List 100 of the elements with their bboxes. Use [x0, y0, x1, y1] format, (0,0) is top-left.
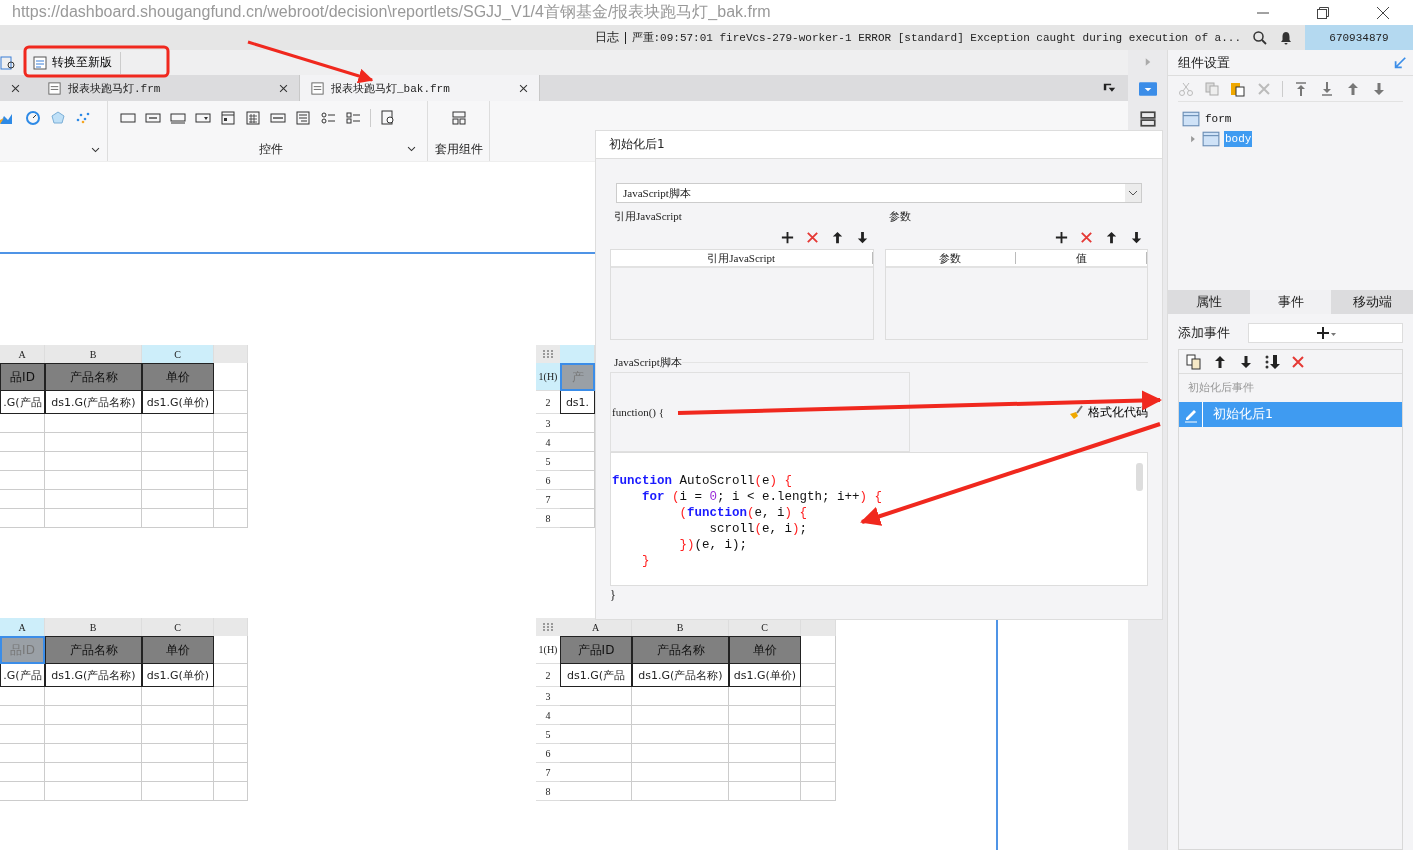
data-cell[interactable]: ds1.G(单价)	[142, 664, 214, 687]
log-link[interactable]: 日志	[594, 29, 619, 46]
grid-cell[interactable]	[801, 725, 836, 744]
delete-icon[interactable]	[1290, 353, 1306, 370]
grid-cell[interactable]	[45, 782, 142, 801]
delete-icon[interactable]	[804, 230, 820, 245]
grid-cell[interactable]	[214, 363, 248, 391]
preview-icon[interactable]	[0, 54, 16, 71]
column-header[interactable]: C	[142, 618, 214, 636]
grid-cell[interactable]	[142, 763, 214, 782]
header-cell[interactable]: 品ID	[0, 363, 45, 391]
close-icon[interactable]	[1376, 5, 1390, 20]
grid-cell[interactable]	[560, 706, 632, 725]
grid-cell[interactable]	[214, 509, 248, 528]
paste-icon[interactable]	[1230, 81, 1246, 97]
column-header[interactable]: B	[45, 618, 142, 636]
grid-cell[interactable]	[729, 725, 801, 744]
data-cell[interactable]: ds1.	[560, 391, 595, 414]
grid-cell[interactable]	[45, 433, 142, 452]
grid-cell[interactable]	[142, 452, 214, 471]
file-tab[interactable]: 报表块跑马灯_bak.frm	[300, 75, 540, 101]
grid-cell[interactable]	[45, 452, 142, 471]
arrow-up-icon[interactable]	[1104, 230, 1119, 245]
data-cell[interactable]: ds1.G(单价)	[729, 664, 801, 687]
grid-cell[interactable]	[45, 490, 142, 509]
select-all-icon[interactable]	[536, 345, 560, 363]
user-account[interactable]: 670934879	[1305, 25, 1413, 50]
restore-icon[interactable]	[1316, 5, 1330, 20]
code-editor[interactable]: function AutoScroll(e) { for (i = 0; i < e.length; i++) { (function(e, i) { scroll(e, i); })(e, i); }	[610, 452, 1148, 586]
calendar-icon[interactable]	[245, 110, 261, 126]
grid-cell[interactable]	[632, 687, 729, 706]
header-cell[interactable]: 产品ID	[560, 636, 632, 664]
data-cell[interactable]: ds1.G(单价)	[142, 391, 214, 414]
grid-cell[interactable]	[0, 433, 45, 452]
grid-cell[interactable]	[560, 763, 632, 782]
checklist-icon[interactable]	[345, 110, 361, 126]
grid-cell[interactable]	[729, 744, 801, 763]
add-icon[interactable]	[779, 230, 795, 245]
grid-cell[interactable]	[142, 725, 214, 744]
data-cell[interactable]: .G(产品	[0, 664, 45, 687]
grid-cell[interactable]	[45, 509, 142, 528]
search-icon[interactable]	[1252, 29, 1268, 46]
select-all-icon[interactable]	[536, 618, 560, 636]
grid-cell[interactable]	[632, 725, 729, 744]
grid-cell[interactable]	[0, 509, 45, 528]
grid-cell[interactable]	[801, 782, 836, 801]
header-cell[interactable]: 单价	[142, 636, 214, 664]
data-cell[interactable]: ds1.G(产品	[560, 664, 632, 687]
tree-item[interactable]: form	[1204, 111, 1233, 127]
grid-cell[interactable]	[214, 744, 248, 763]
column-header[interactable]: A	[0, 345, 45, 363]
caret-icon[interactable]	[1125, 184, 1141, 202]
grid-cell[interactable]	[0, 744, 45, 763]
header-cell[interactable]: 单价	[729, 636, 801, 664]
grid-cell[interactable]	[142, 490, 214, 509]
grid-cell[interactable]	[142, 471, 214, 490]
number-icon[interactable]	[270, 110, 286, 126]
close-icon[interactable]	[10, 82, 21, 94]
grid-cell[interactable]	[0, 687, 45, 706]
dropdown-icon[interactable]	[195, 110, 211, 126]
header-cell[interactable]: 单价	[142, 363, 214, 391]
grid-cell[interactable]	[0, 706, 45, 725]
grid-cell[interactable]	[214, 414, 248, 433]
add-icon[interactable]	[1054, 230, 1069, 245]
header-cell[interactable]: 产品名称	[632, 636, 729, 664]
add-event-button[interactable]	[1248, 323, 1403, 343]
grid-cell[interactable]	[0, 490, 45, 509]
button-icon[interactable]	[170, 110, 186, 126]
grid-cell[interactable]	[142, 433, 214, 452]
layout-icon[interactable]	[1138, 110, 1157, 128]
grid-cell[interactable]	[214, 664, 248, 687]
grid-cell[interactable]	[214, 452, 248, 471]
grid-cell[interactable]	[45, 471, 142, 490]
grid-cell[interactable]	[214, 687, 248, 706]
grid-cell[interactable]	[214, 782, 248, 801]
grid-cell[interactable]	[45, 414, 142, 433]
grid-cell[interactable]	[45, 725, 142, 744]
layout-icon[interactable]	[450, 110, 467, 126]
delete-icon[interactable]	[1256, 81, 1272, 97]
close-icon[interactable]	[518, 82, 529, 94]
data-cell[interactable]: ds1.G(产品名称)	[45, 664, 142, 687]
convert-button[interactable]: 转换至新版	[24, 51, 121, 74]
grid-cell[interactable]	[214, 391, 248, 414]
grid-cell[interactable]	[0, 782, 45, 801]
grid-cell[interactable]	[45, 706, 142, 725]
panel-tab[interactable]: 移动端	[1331, 290, 1413, 314]
grid-cell[interactable]	[0, 763, 45, 782]
grid-cell[interactable]	[214, 725, 248, 744]
column-header[interactable]: C	[142, 345, 214, 363]
grid-cell[interactable]	[142, 414, 214, 433]
move-top-icon[interactable]	[1293, 81, 1309, 97]
move-bottom-icon[interactable]	[1264, 353, 1280, 370]
format-code-button[interactable]: 格式化代码	[1068, 403, 1148, 421]
column-header[interactable]: B	[45, 345, 142, 363]
grid-cell[interactable]	[142, 509, 214, 528]
column-header[interactable]: A	[0, 618, 45, 636]
dropdown-widget-icon[interactable]	[1138, 80, 1157, 98]
grid-cell[interactable]	[0, 471, 45, 490]
grid-cell[interactable]	[0, 414, 45, 433]
grid-cell[interactable]	[560, 744, 632, 763]
